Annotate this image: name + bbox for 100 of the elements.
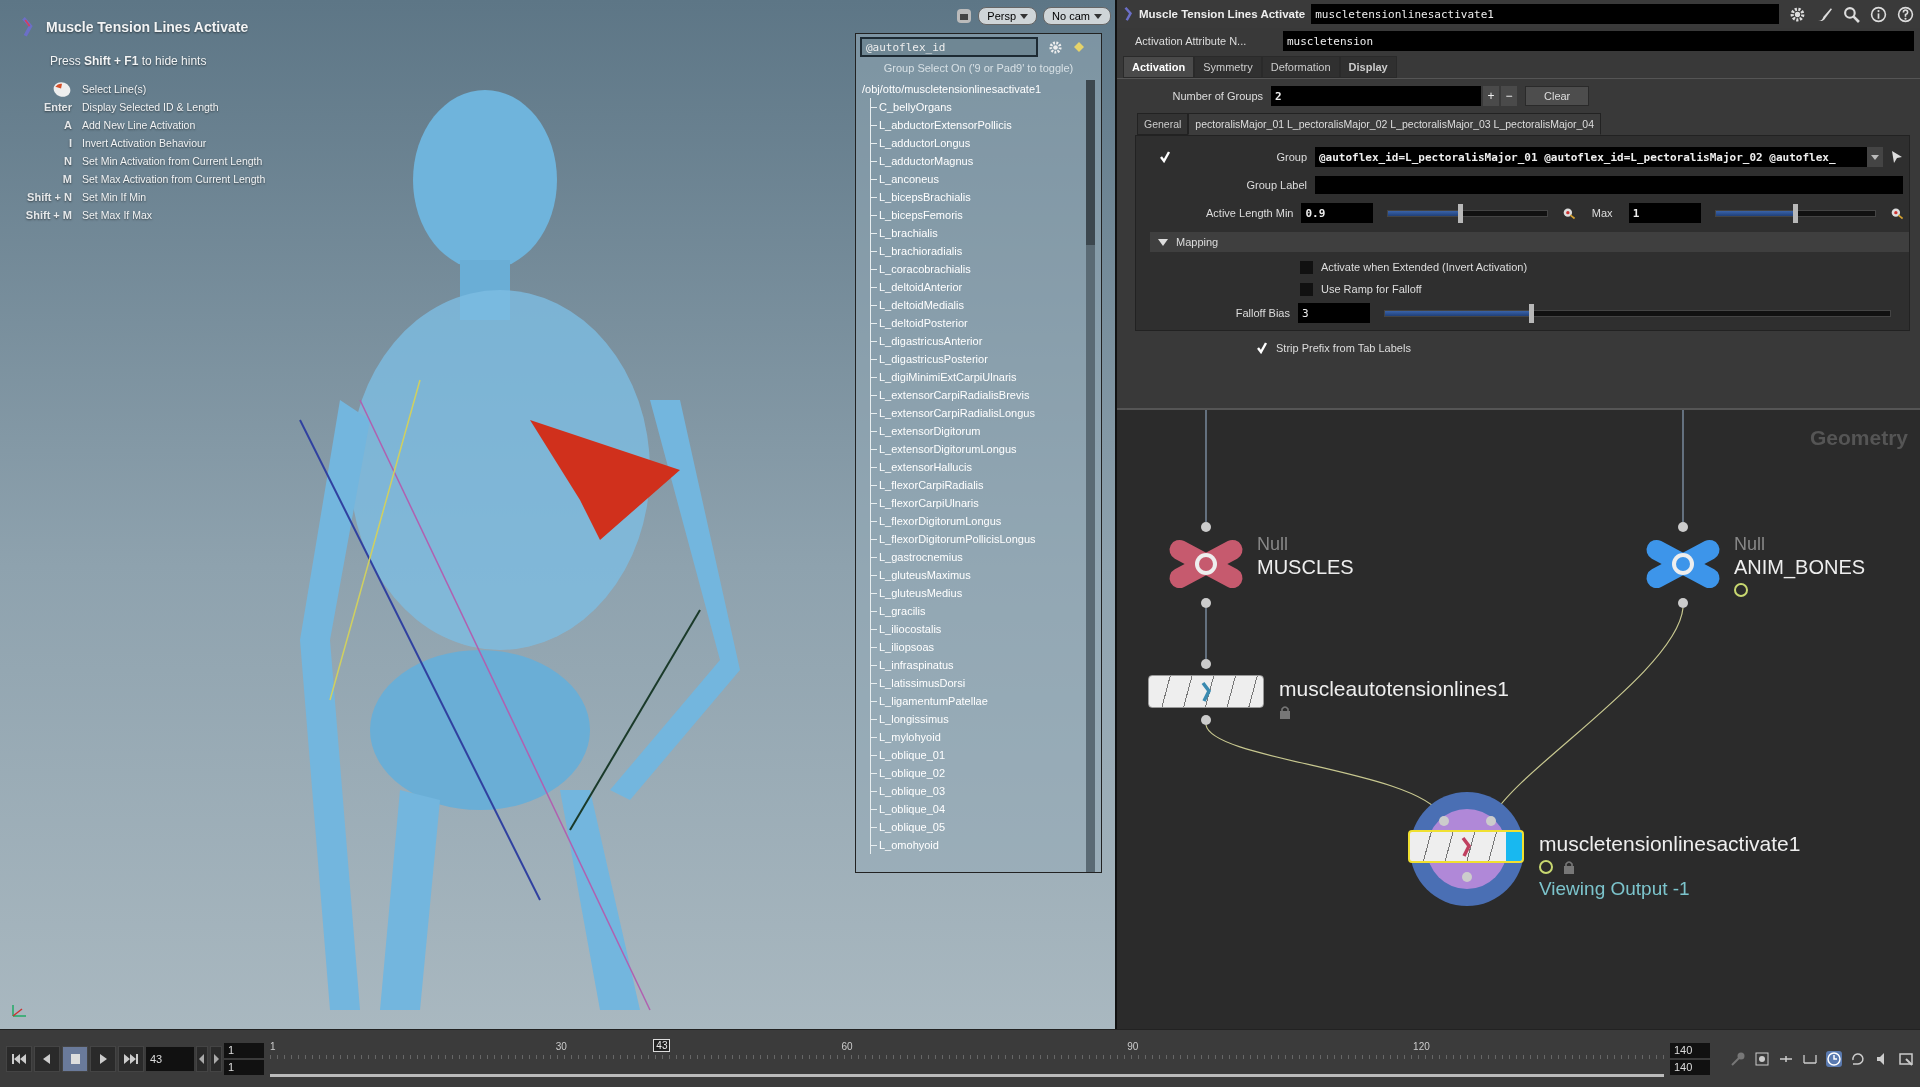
- group-field[interactable]: @autoflex_id=L_pectoralisMajor_01 @autoflex_id=L_pectoralisMajor_02 @autoflex_: [1315, 147, 1867, 167]
- window-icon[interactable]: [1898, 1050, 1914, 1067]
- step-back-button[interactable]: [196, 1045, 208, 1072]
- tree-item[interactable]: L_brachioradialis: [871, 242, 963, 260]
- tree-item[interactable]: L_flexorDigitorumPollicisLongus: [871, 530, 1036, 548]
- info-icon[interactable]: [1870, 5, 1887, 23]
- help-icon[interactable]: [1897, 5, 1914, 23]
- tree-item[interactable]: L_iliocostalis: [871, 620, 942, 638]
- tree-item[interactable]: L_mylohyoid: [871, 728, 941, 746]
- tree-item[interactable]: L_anconeus: [871, 170, 939, 188]
- play-backward-button[interactable]: [34, 1045, 60, 1072]
- tree-item[interactable]: C_bellyOrgans: [871, 98, 952, 116]
- tree-item[interactable]: L_iliopsoas: [871, 638, 935, 656]
- current-frame-marker[interactable]: 43: [653, 1038, 671, 1052]
- tree-item[interactable]: L_gluteusMaximus: [871, 566, 971, 584]
- start-frame-field[interactable]: 1: [224, 1059, 264, 1075]
- tree-item[interactable]: L_adductorMagnus: [871, 152, 974, 170]
- start-frame-field[interactable]: 1: [224, 1042, 264, 1058]
- max-slider[interactable]: [1714, 203, 1876, 223]
- add-button[interactable]: +: [1483, 86, 1499, 106]
- checkbox[interactable]: [1158, 150, 1171, 164]
- filter-field[interactable]: @autoflex_id: [860, 37, 1038, 57]
- input-port[interactable]: [1201, 659, 1211, 669]
- checkbox[interactable]: [1300, 260, 1313, 274]
- scrollbar[interactable]: [1086, 80, 1095, 872]
- realtime-icon[interactable]: [1826, 1050, 1842, 1067]
- tree-item[interactable]: L_longissimus: [871, 710, 949, 728]
- tree-item[interactable]: L_oblique_03: [871, 782, 946, 800]
- tree-item[interactable]: L_gracilis: [871, 602, 926, 620]
- tree-item[interactable]: L_infraspinatus: [871, 656, 954, 674]
- tree-item[interactable]: L_omohyoid: [871, 836, 939, 854]
- tree-item[interactable]: L_extensorHallucis: [871, 458, 972, 476]
- play-button[interactable]: [90, 1045, 116, 1072]
- output-port[interactable]: [1678, 598, 1688, 608]
- tree-item[interactable]: L_coracobrachialis: [871, 260, 971, 278]
- tree-item[interactable]: L_digastricusAnterior: [871, 332, 983, 350]
- tree-item[interactable]: L_latissimusDorsi: [871, 674, 966, 692]
- clear-button[interactable]: Clear: [1525, 86, 1590, 106]
- settings-icon[interactable]: [1789, 5, 1806, 23]
- tree-item[interactable]: L_extensorDigitorum: [871, 422, 981, 440]
- max-field[interactable]: 1: [1628, 203, 1701, 223]
- tree-item[interactable]: L_deltoidMedialis: [871, 296, 964, 314]
- tree-item[interactable]: L_flexorCarpiUlnaris: [871, 494, 979, 512]
- sop-node[interactable]: [1148, 675, 1264, 708]
- input-port[interactable]: [1439, 816, 1449, 826]
- tree-item[interactable]: L_flexorCarpiRadialis: [871, 476, 984, 494]
- tree-item[interactable]: L_extensorCarpiRadialisBrevis: [871, 386, 1030, 404]
- tree-item[interactable]: L_adductorLongus: [871, 134, 971, 152]
- input-port[interactable]: [1486, 816, 1496, 826]
- key-icon[interactable]: [1730, 1050, 1746, 1067]
- checkbox[interactable]: [1255, 341, 1268, 355]
- tree-item[interactable]: L_deltoidPosterior: [871, 314, 968, 332]
- pointer-icon[interactable]: [1891, 150, 1903, 164]
- jump-end-button[interactable]: [118, 1045, 144, 1072]
- jump-start-button[interactable]: [6, 1045, 32, 1072]
- camera-menu-button[interactable]: No cam: [1043, 7, 1111, 25]
- stop-button[interactable]: [62, 1045, 88, 1072]
- group-label-field[interactable]: [1315, 176, 1903, 194]
- tab[interactable]: pectoralisMajor_01 L_pectoralisMajor_02 L_pectoralisMajor_03 L_pectoralisMajor_04: [1188, 113, 1601, 135]
- node-type-icon[interactable]: [1123, 6, 1133, 22]
- falloff-field[interactable]: 3: [1298, 303, 1370, 323]
- tree-item[interactable]: L_oblique_04: [871, 800, 946, 818]
- tree-item[interactable]: L_deltoidAnterior: [871, 278, 963, 296]
- tab[interactable]: Activation: [1123, 56, 1195, 78]
- tree-item[interactable]: L_gastrocnemius: [871, 548, 963, 566]
- tree-item[interactable]: L_flexorDigitorumLongus: [871, 512, 1002, 530]
- attribute-field[interactable]: muscletension: [1283, 31, 1914, 51]
- end-frame-field[interactable]: 140: [1670, 1059, 1710, 1075]
- search-icon[interactable]: [1843, 5, 1860, 23]
- tab[interactable]: Display: [1339, 56, 1397, 78]
- tree-item[interactable]: L_gluteusMedius: [871, 584, 963, 602]
- tree-item[interactable]: L_brachialis: [871, 224, 938, 242]
- dropdown-button[interactable]: [1867, 147, 1883, 167]
- tree-item[interactable]: L_oblique_02: [871, 764, 946, 782]
- folder-header[interactable]: Mapping: [1150, 232, 1909, 252]
- input-port[interactable]: [1678, 522, 1688, 532]
- tree-item[interactable]: L_bicepsFemoris: [871, 206, 963, 224]
- camera-lock-icon[interactable]: [956, 8, 973, 24]
- tree-item[interactable]: L_oblique_05: [871, 818, 946, 836]
- output-port[interactable]: [1201, 715, 1211, 725]
- tab[interactable]: General: [1137, 113, 1189, 135]
- falloff-slider[interactable]: [1384, 303, 1891, 323]
- end-frame-field[interactable]: 140: [1670, 1042, 1710, 1058]
- tree-item[interactable]: L_digastricusPosterior: [871, 350, 988, 368]
- audio-icon[interactable]: [1754, 1050, 1770, 1067]
- node-name-field[interactable]: muscletensionlinesactivate1: [1311, 4, 1779, 24]
- loop-icon[interactable]: [1850, 1050, 1866, 1067]
- min-field[interactable]: 0.9: [1301, 203, 1374, 223]
- tree-item[interactable]: L_oblique_01: [871, 746, 946, 764]
- tree-item[interactable]: L_abductorExtensorPollicis: [871, 116, 1012, 134]
- remove-button[interactable]: −: [1501, 86, 1517, 106]
- tree-item[interactable]: L_digiMinimiExtCarpiUlnaris: [871, 368, 1017, 386]
- tab[interactable]: Deformation: [1261, 56, 1340, 78]
- frame-field[interactable]: 43: [146, 1046, 194, 1071]
- min-slider[interactable]: [1387, 203, 1549, 223]
- camera-menu-button[interactable]: Persp: [978, 7, 1038, 25]
- tree-item[interactable]: L_ligamentumPatellae: [871, 692, 988, 710]
- tab[interactable]: Symmetry: [1194, 56, 1262, 78]
- step-forward-button[interactable]: [210, 1045, 222, 1072]
- tree-item[interactable]: /obj/otto/muscletensionlinesactivate1: [862, 80, 1086, 98]
